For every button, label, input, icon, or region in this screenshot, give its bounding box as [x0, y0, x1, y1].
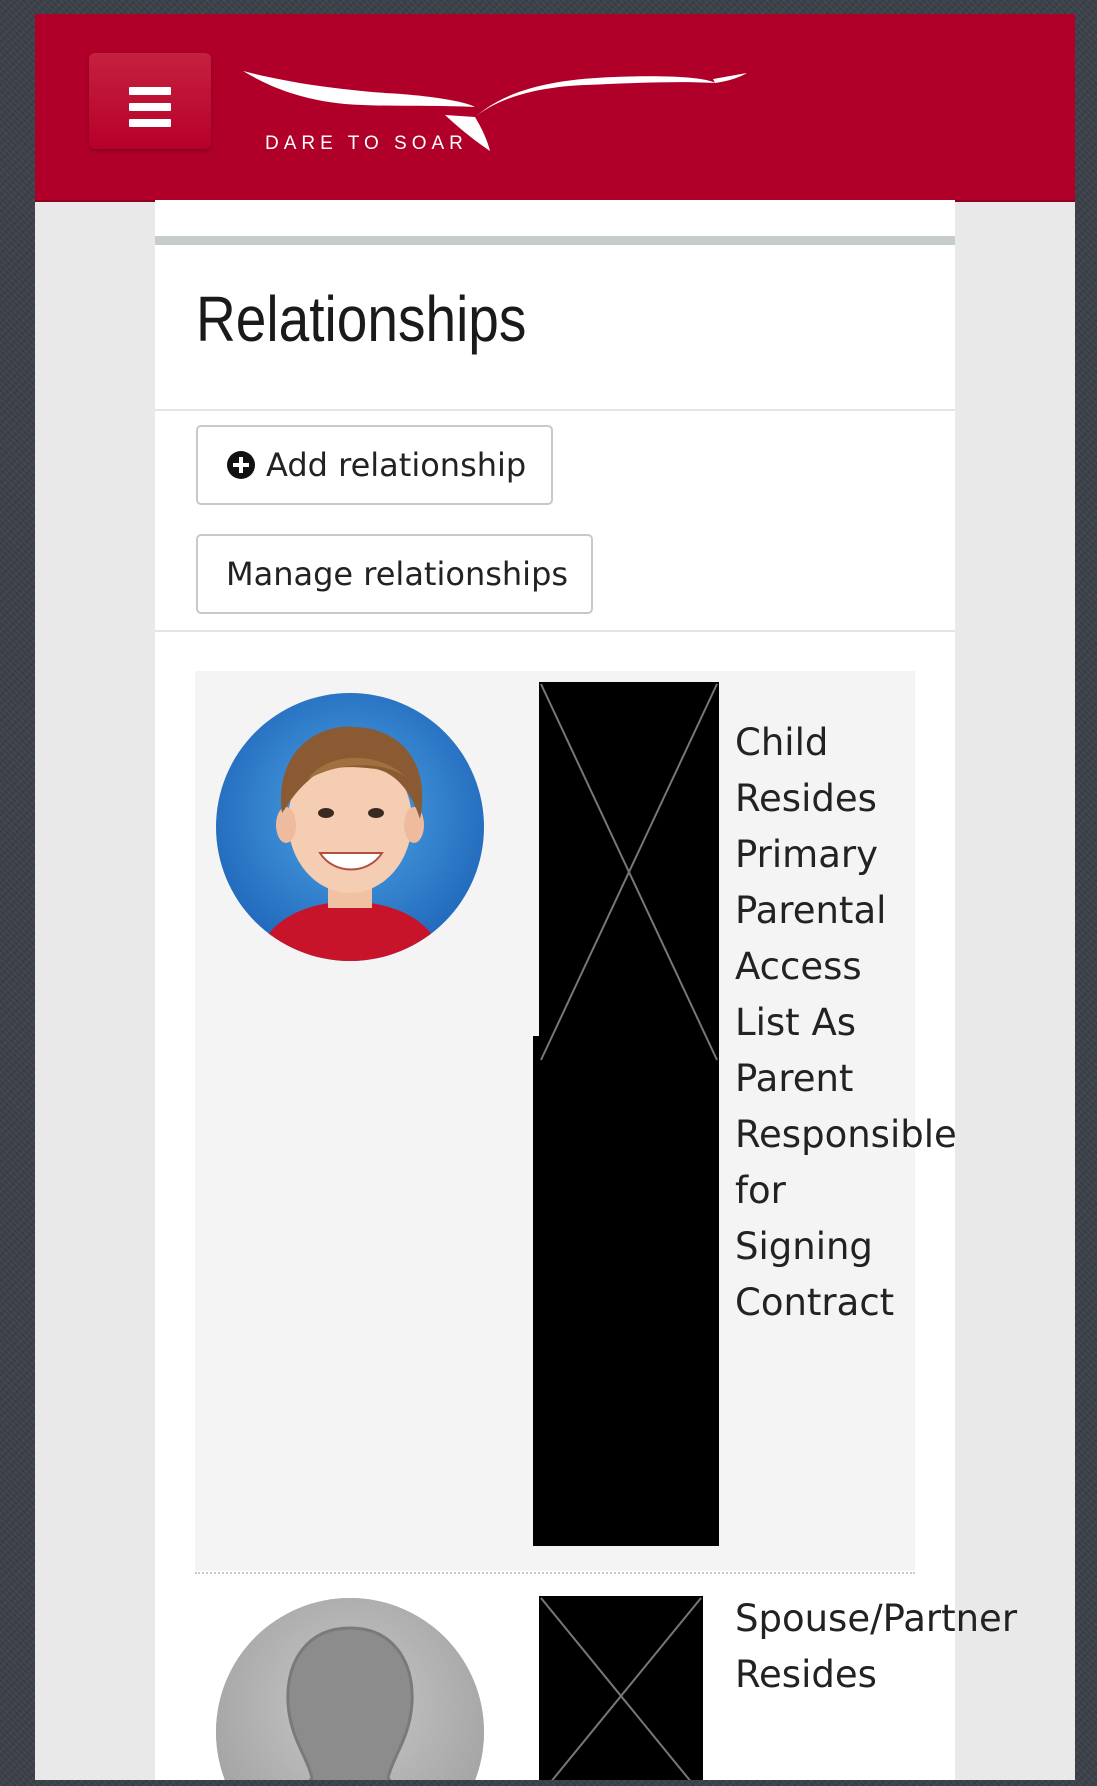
redaction-cross-icon [540, 1597, 702, 1780]
plus-circle-icon [227, 451, 255, 479]
hamburger-icon [129, 87, 171, 95]
brand-tagline: DARE TO SOAR [265, 133, 468, 154]
row-separator [195, 1572, 915, 1574]
default-avatar-icon [216, 1598, 484, 1780]
relationship-line: List As [735, 1001, 857, 1044]
divider [155, 409, 955, 411]
relationship-line: Signing [735, 1225, 873, 1268]
hamburger-icon-bar [129, 103, 171, 111]
relationship-details: Spouse/Partner Resides [735, 1591, 1017, 1703]
manage-relationships-button[interactable]: Manage relationships [196, 534, 593, 614]
relationship-line: for [735, 1169, 786, 1212]
relationship-line: Contract [735, 1281, 895, 1324]
relationship-line: Spouse/Partner [735, 1597, 1018, 1640]
relationship-line: Resides [735, 1653, 877, 1696]
redaction-cross-icon [540, 683, 718, 1061]
page-title: Relationships [196, 283, 527, 355]
relationship-item[interactable]: Spouse/Partner Resides [195, 1576, 1017, 1780]
avatar [216, 693, 484, 961]
add-relationship-label: Add relationship [266, 446, 527, 484]
relationships-card: Relationships Add relationship Manage re… [155, 200, 1017, 1780]
relationship-line: Resides [735, 777, 877, 820]
add-relationship-button[interactable]: Add relationship [196, 425, 553, 505]
student-photo [216, 693, 484, 961]
menu-button[interactable] [89, 53, 211, 149]
avatar [216, 1598, 484, 1780]
relationship-line: Primary [735, 833, 878, 876]
app-screen: DARE TO SOAR Relationships Add relations… [35, 14, 1075, 1780]
brand-logo[interactable]: DARE TO SOAR [235, 59, 755, 179]
redacted-name [533, 1036, 719, 1546]
relationship-details: Child Resides Primary Parental Access Li… [735, 715, 957, 1331]
relationship-item[interactable]: Child Resides Primary Parental Access Li… [195, 671, 957, 1571]
bird-wing-logo-icon [243, 71, 747, 151]
top-navbar: DARE TO SOAR [35, 14, 1075, 202]
card-top-border [155, 236, 955, 245]
relationship-line: Parent [735, 1057, 854, 1100]
divider [155, 630, 955, 632]
relationship-line: Responsible [735, 1113, 957, 1156]
hamburger-icon-bar [129, 119, 171, 127]
relationship-line: Child [735, 721, 829, 764]
relationship-line: Parental [735, 889, 887, 932]
relationship-line: Access [735, 945, 862, 988]
manage-relationships-label: Manage relationships [226, 555, 569, 593]
